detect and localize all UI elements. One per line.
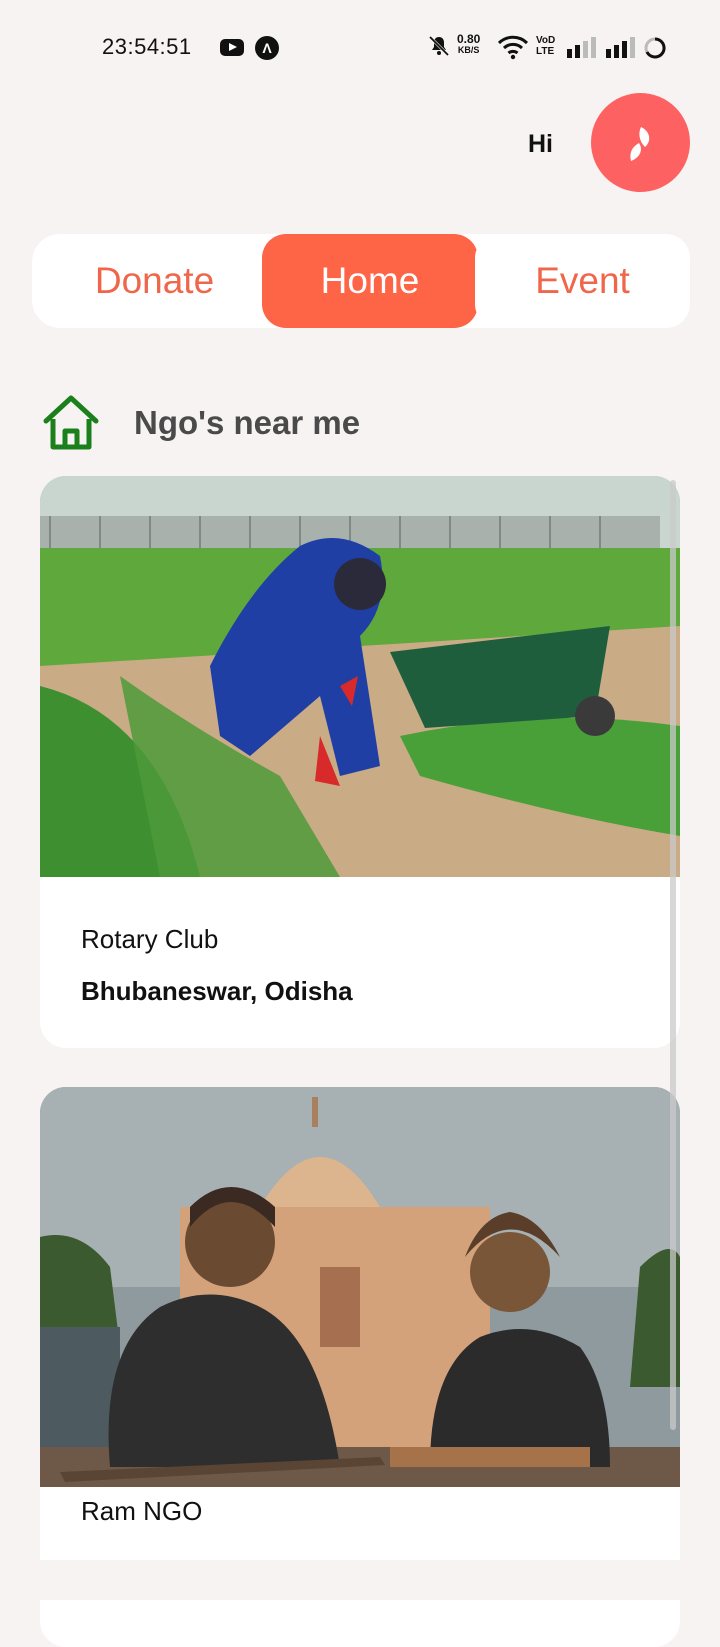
ngo-name: Ram NGO <box>81 1496 203 1526</box>
ngo-card-image <box>40 476 680 877</box>
network-speed-value: 0.80 <box>457 32 481 46</box>
youtube-icon <box>220 39 244 56</box>
home-icon <box>43 395 99 450</box>
tab-event[interactable]: Event <box>475 234 690 328</box>
status-time: 23:54:51 <box>102 34 192 59</box>
section-title: Ngo's near me <box>134 404 361 441</box>
volte-indicator: VoD LTE <box>536 35 555 57</box>
app-a-icon: Λ <box>255 36 279 60</box>
scrollbar[interactable] <box>670 480 676 1430</box>
signal-icon <box>567 37 596 58</box>
volte-bottom: LTE <box>536 46 555 57</box>
ngo-card[interactable]: Rotary Club Bhubaneswar, Odisha <box>40 476 680 1048</box>
volte-top: VoD <box>536 35 556 46</box>
ngo-location: Bhubaneswar, Odisha <box>81 976 353 1006</box>
leaf-logo-icon <box>630 127 650 161</box>
mute-bell-icon <box>428 35 450 57</box>
network-speed: 0.80 KB/S <box>457 32 481 56</box>
tab-bar: Donate Home Event <box>32 234 690 328</box>
network-speed-unit: KB/S <box>457 45 480 55</box>
bottom-area <box>0 1560 720 1600</box>
greeting-text: Hi <box>528 130 553 158</box>
status-bar: 23:54:51 Λ 0.80 KB/S VoD LTE <box>0 0 720 96</box>
tab-home[interactable]: Home <box>262 234 478 328</box>
tab-donate[interactable]: Donate <box>32 234 277 328</box>
ngo-name: Rotary Club <box>81 924 219 954</box>
signal-icon <box>606 37 635 58</box>
farm-worker-photo <box>40 476 680 877</box>
children-monument-photo <box>40 1087 680 1487</box>
battery-icon <box>644 37 666 59</box>
avatar[interactable] <box>591 93 690 192</box>
ngo-card-image <box>40 1087 680 1487</box>
wifi-icon <box>497 35 529 60</box>
